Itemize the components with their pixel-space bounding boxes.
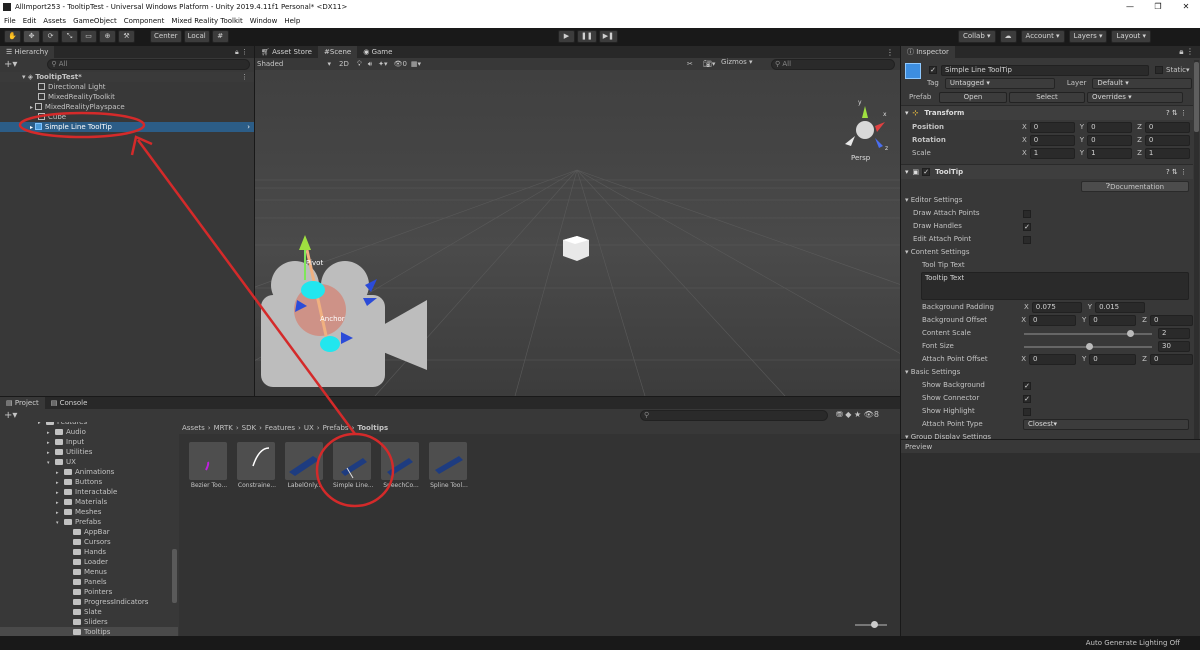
drag-arrow-line (136, 139, 357, 435)
hierarchy-highlight-circle (18, 111, 146, 139)
annotation-overlay (18, 111, 395, 508)
status-text: Auto Generate Lighting Off (1085, 639, 1180, 647)
asset-highlight-circle (315, 432, 395, 508)
status-bar: Auto Generate Lighting Off (0, 636, 1200, 650)
